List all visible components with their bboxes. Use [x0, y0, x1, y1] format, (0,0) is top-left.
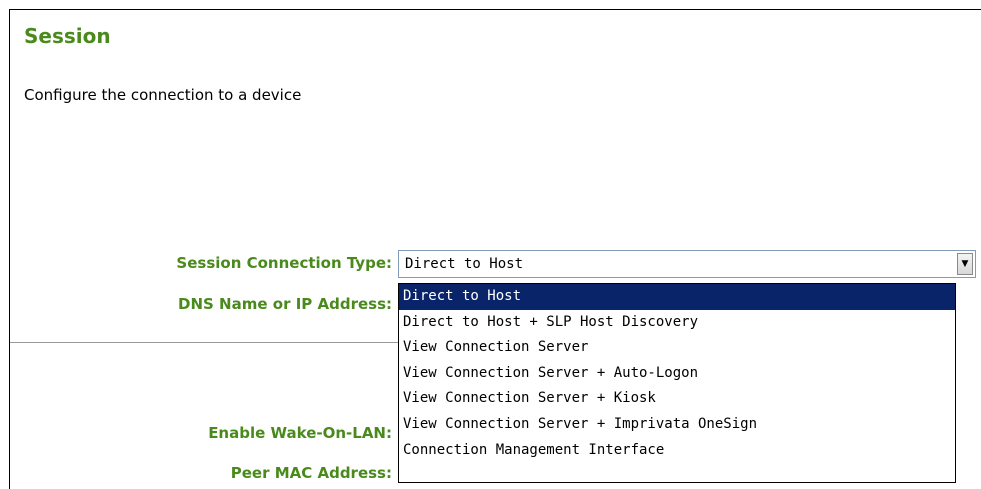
page-description: Configure the connection to a device [24, 86, 302, 104]
option-view-connection-server-auto-logon[interactable]: View Connection Server + Auto-Logon [399, 361, 955, 387]
session-connection-type-select[interactable]: Direct to Host ▼ [398, 250, 976, 278]
option-view-connection-server[interactable]: View Connection Server [399, 335, 955, 361]
dropdown-arrow-icon[interactable]: ▼ [957, 253, 973, 275]
peer-mac-address-label: Peer MAC Address: [230, 464, 392, 482]
option-direct-to-host[interactable]: Direct to Host [399, 284, 955, 310]
connection-type-dropdown-list[interactable]: Direct to Host Direct to Host + SLP Host… [398, 283, 956, 483]
enable-wake-on-lan-label: Enable Wake-On-LAN: [208, 424, 392, 442]
option-view-connection-server-imprivata[interactable]: View Connection Server + Imprivata OneSi… [399, 412, 955, 438]
option-connection-management-interface[interactable]: Connection Management Interface [399, 438, 955, 464]
page-title: Session [24, 24, 111, 48]
section-divider [10, 342, 398, 343]
session-connection-type-label: Session Connection Type: [176, 254, 392, 272]
dns-name-label: DNS Name or IP Address: [178, 295, 392, 313]
option-view-connection-server-kiosk[interactable]: View Connection Server + Kiosk [399, 386, 955, 412]
selected-value: Direct to Host [405, 256, 524, 272]
option-direct-to-host-slp[interactable]: Direct to Host + SLP Host Discovery [399, 310, 955, 336]
